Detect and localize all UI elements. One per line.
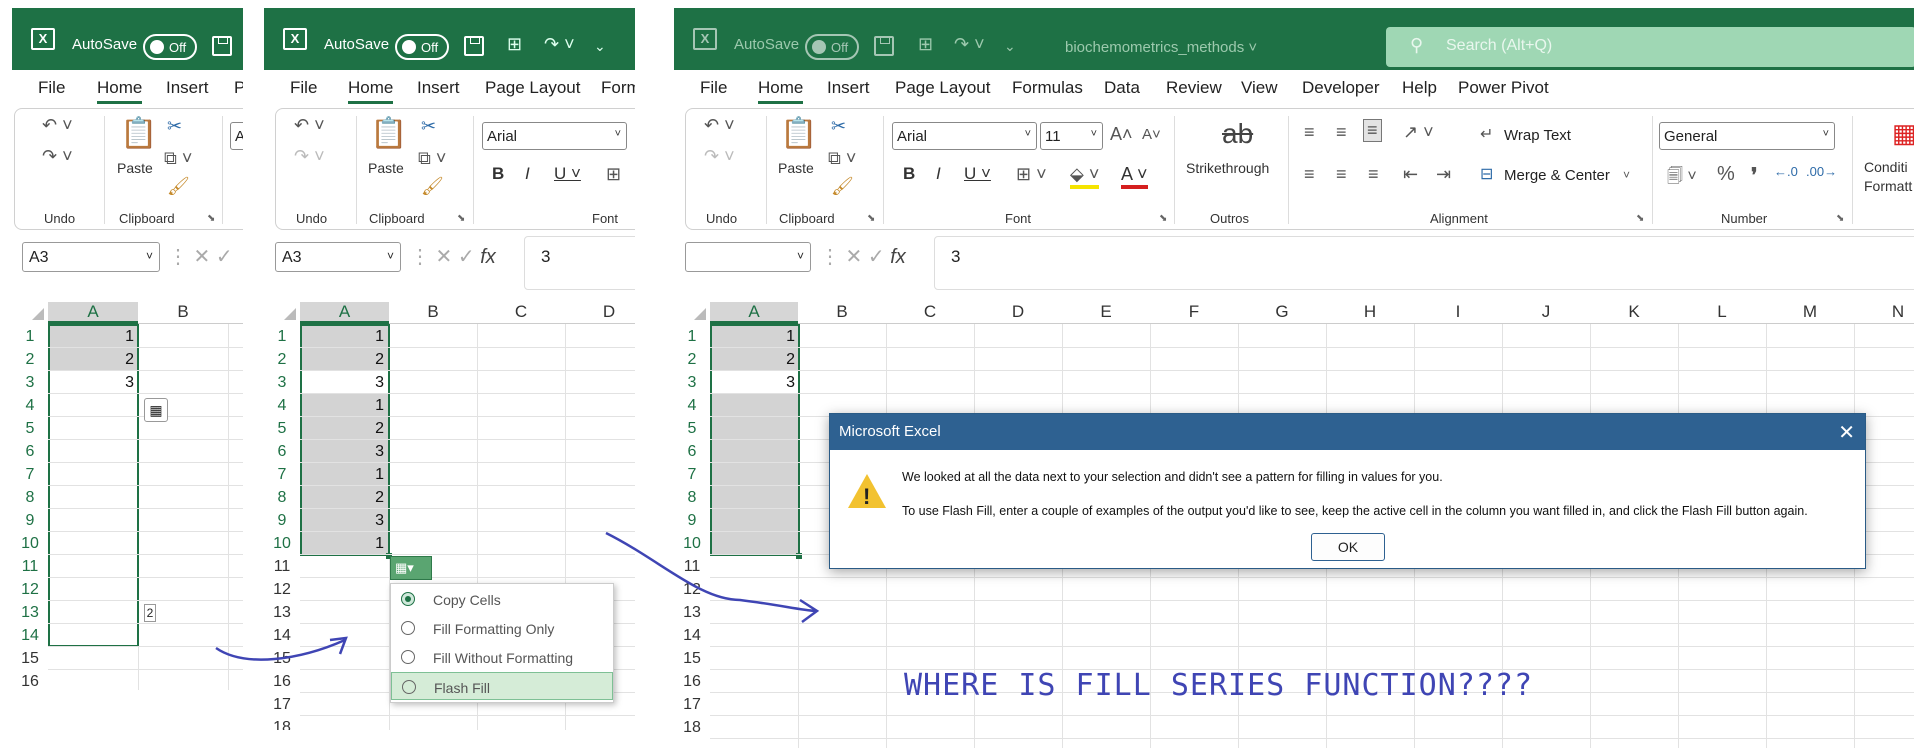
arrow-2 xyxy=(605,531,817,613)
annotation-arrows xyxy=(215,531,820,661)
arrow-1 xyxy=(215,638,346,661)
